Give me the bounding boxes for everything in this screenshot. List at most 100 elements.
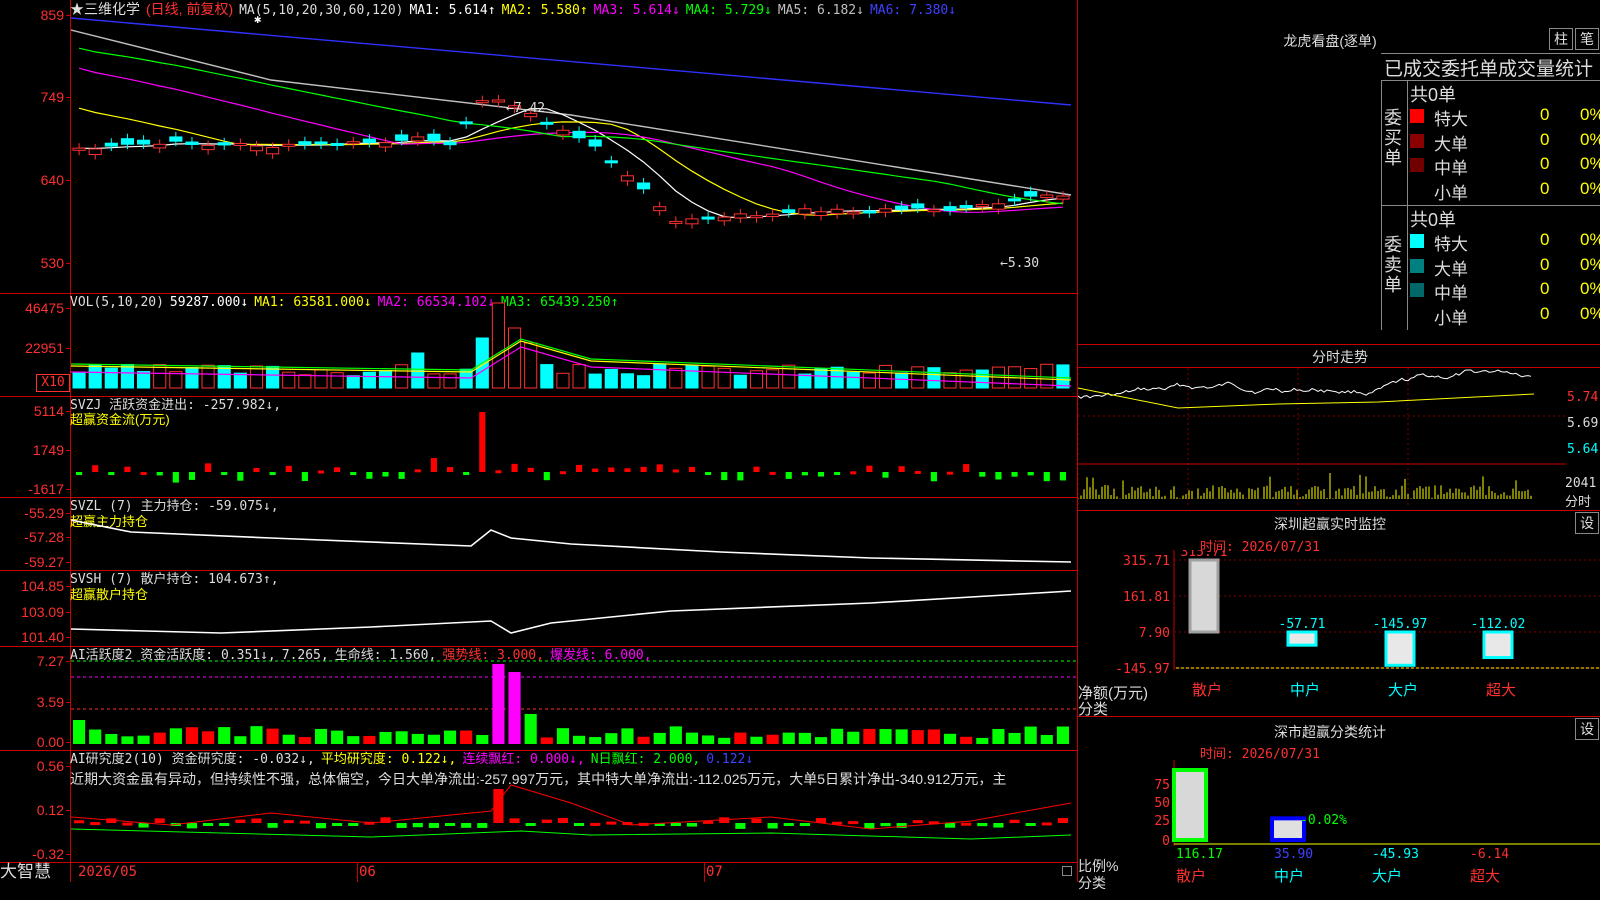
- volume-chart[interactable]: [71, 294, 1077, 396]
- flow-bar: [801, 472, 808, 476]
- class-tick: 0: [1162, 834, 1170, 849]
- svsh-line: [71, 590, 1072, 634]
- flow-bar: [817, 472, 825, 477]
- class-value: -45.93: [1372, 847, 1419, 862]
- flow-bar: [559, 471, 566, 475]
- svzl-chart[interactable]: [71, 498, 1077, 570]
- candle: [120, 138, 135, 145]
- monitor-chart[interactable]: 315.71 161.81 7.90 -145.97 315.71 散户 -57.71 中户 -…: [1078, 550, 1600, 715]
- volume-bar: [975, 369, 989, 389]
- intraday-vol-label: 分时: [1565, 494, 1592, 509]
- svsh-tick: 101.40: [21, 629, 70, 645]
- ma-line: [78, 47, 1063, 205]
- flow-bar: [737, 472, 744, 481]
- lock-icon[interactable]: [1062, 866, 1072, 876]
- monitor-settings-button[interactable]: 设: [1575, 512, 1599, 534]
- monitor-cat-label: 大户: [1388, 682, 1418, 699]
- candle: [314, 141, 328, 145]
- research-bar: [315, 823, 327, 829]
- volume-bar: [104, 367, 118, 389]
- candle: [217, 142, 231, 146]
- volume-bar: [88, 364, 102, 389]
- research-bar: [477, 823, 488, 828]
- svzj-chart[interactable]: [71, 397, 1077, 497]
- activity-bar: [169, 728, 182, 744]
- bar-mode-button[interactable]: 柱: [1549, 28, 1573, 50]
- candle: [185, 141, 199, 145]
- flow-bar: [930, 472, 937, 482]
- class-cat-label: 超大: [1470, 868, 1500, 885]
- buy-pct: 0%: [1580, 105, 1600, 124]
- activity-bar: [379, 731, 392, 744]
- sell-swatch: [1410, 234, 1424, 248]
- ai-active-tick: 0.00: [36, 734, 71, 750]
- volume-bar: [314, 369, 328, 389]
- candle: [556, 129, 570, 136]
- candle: [572, 130, 586, 139]
- buy-swatch: [1410, 133, 1424, 148]
- candle: [540, 121, 554, 125]
- activity-bar: [831, 728, 844, 744]
- flow-bar: [366, 472, 373, 479]
- research-bar: [90, 822, 101, 826]
- sell-pct: 0%: [1580, 254, 1600, 274]
- activity-bar: [992, 728, 1005, 744]
- buy-label: 大单: [1434, 134, 1468, 154]
- flow-bar: [334, 467, 341, 472]
- intraday-price-line: [1078, 369, 1532, 399]
- volume-bar: [427, 373, 441, 389]
- pen-mode-button[interactable]: 笔: [1575, 28, 1599, 50]
- research-bar: [219, 823, 230, 826]
- activity-bar: [234, 736, 247, 744]
- ai-research-tick: -0.32: [32, 846, 70, 862]
- research-bar: [944, 823, 956, 828]
- research-bar: [348, 823, 359, 826]
- flow-bar: [656, 464, 663, 472]
- volume-bar: [540, 364, 554, 389]
- activity-bar: [202, 731, 215, 744]
- flow-bar: [866, 465, 873, 472]
- svsh-chart[interactable]: [71, 571, 1077, 646]
- flow-bar: [721, 472, 728, 481]
- research-bar: [332, 823, 343, 826]
- research-bar: [299, 820, 310, 824]
- price-chart[interactable]: [71, 0, 1077, 293]
- price-tick: 640: [40, 172, 71, 188]
- low-annotation: ←5.30: [1000, 256, 1040, 271]
- monitor-bar: [1482, 630, 1514, 660]
- svzj-tick: 5114: [33, 403, 71, 419]
- research-bar: [751, 818, 762, 823]
- intraday-chart[interactable]: [1078, 368, 1566, 508]
- flow-bar: [1011, 472, 1018, 477]
- candle: [653, 206, 667, 212]
- ai-research-chart[interactable]: [71, 751, 1077, 862]
- buy-swatch: [1410, 158, 1424, 172]
- volume-bar: [72, 371, 86, 389]
- sell-row: 大单 0 0%: [1410, 254, 1600, 279]
- sell-count: 0: [1540, 230, 1550, 249]
- flow-bar: [463, 472, 470, 475]
- flow-bar: [640, 466, 647, 472]
- candle: [362, 138, 376, 143]
- candle: [975, 204, 989, 208]
- research-bar: [412, 823, 423, 828]
- candle: [249, 145, 264, 152]
- class-settings-button[interactable]: 设: [1575, 718, 1599, 740]
- activity-bar: [105, 733, 118, 744]
- flow-bar: [317, 470, 325, 474]
- volume-bar: [959, 369, 973, 389]
- flow-bar: [576, 464, 583, 472]
- buy-label: 特大: [1434, 110, 1468, 129]
- buy-count: 0: [1540, 154, 1550, 173]
- sell-swatch: [1410, 283, 1424, 297]
- research-bar: [138, 823, 149, 828]
- candle: [411, 136, 425, 142]
- research-bar: [686, 823, 698, 827]
- ai-active-chart[interactable]: [71, 647, 1077, 750]
- research-bar: [74, 820, 85, 824]
- svsh-tick: 103.09: [21, 604, 70, 620]
- monitor-tick: 315.71: [1123, 554, 1170, 569]
- class-chart[interactable]: 75 50 25 0 116.17 散户 35.90 中户 -45.93 大户 -6.14 超大: [1078, 760, 1600, 900]
- candle: [346, 141, 360, 145]
- candle: [88, 148, 102, 156]
